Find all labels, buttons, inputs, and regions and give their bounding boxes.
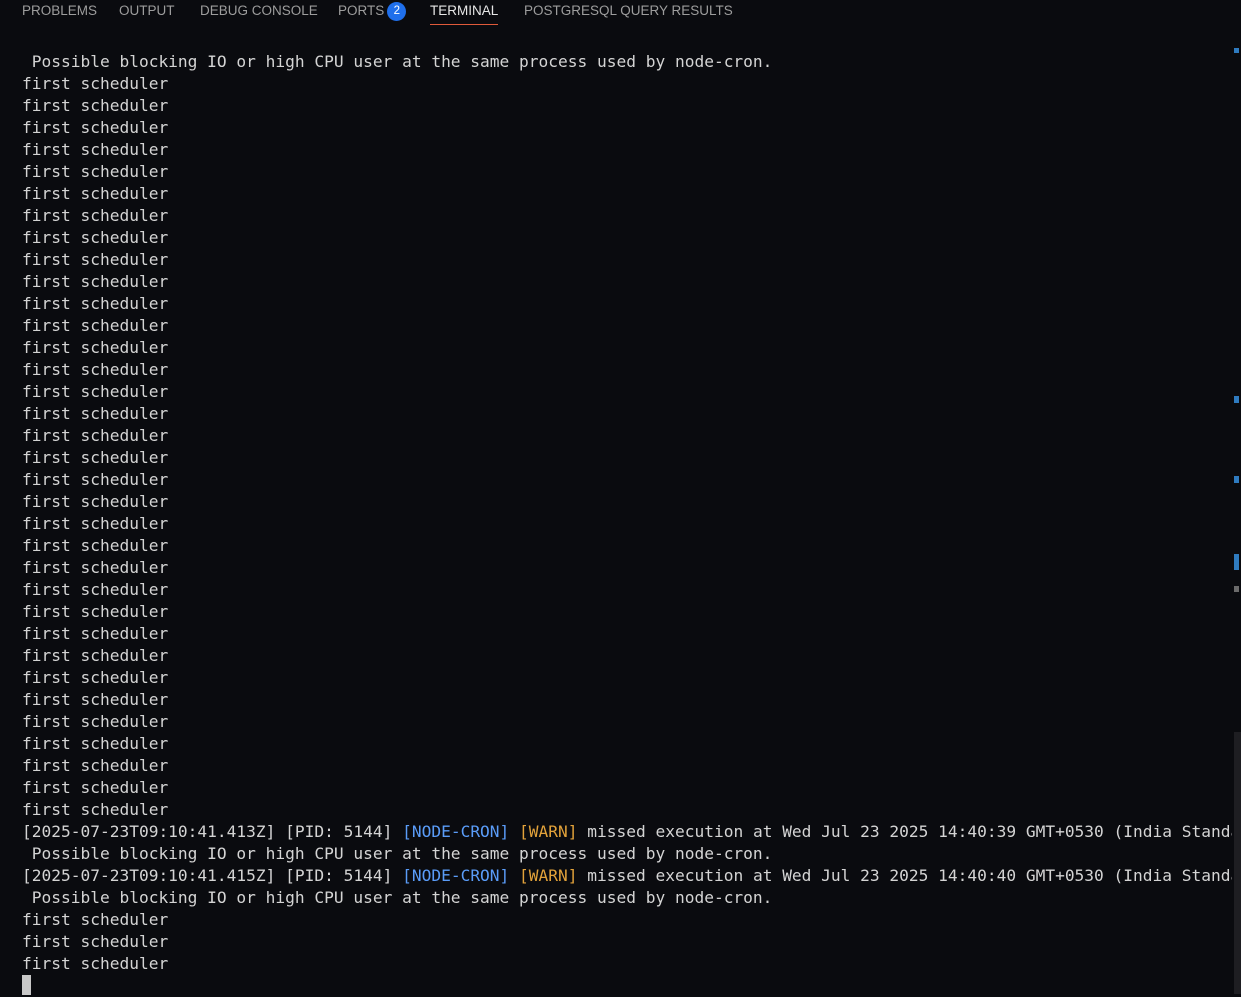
tab-postgresql-query-results[interactable]: POSTGRESQL QUERY RESULTS	[524, 0, 733, 26]
node-cron-tag: [NODE-CRON]	[402, 866, 510, 885]
warn-line-message: missed execution at Wed Jul 23 2025 14:4…	[587, 866, 1232, 885]
tab-ports-label: PORTS	[338, 3, 385, 18]
scheduler-log-line: first scheduler	[22, 910, 169, 929]
terminal-panel: PROBLEMS OUTPUT DEBUG CONSOLE PORTS 2 TER…	[0, 0, 1241, 997]
scheduler-log-line: first scheduler	[22, 338, 169, 357]
scheduler-log-line: first scheduler	[22, 228, 169, 247]
tab-output[interactable]: OUTPUT	[119, 0, 175, 26]
scheduler-log-line: first scheduler	[22, 734, 169, 753]
scheduler-log-line: first scheduler	[22, 800, 169, 819]
scheduler-log-line: first scheduler	[22, 580, 169, 599]
terminal-cursor	[22, 975, 31, 995]
warn-tag: [WARN]	[519, 866, 578, 885]
warn-line: [2025-07-23T09:10:41.415Z] [PID: 5144] […	[22, 865, 1232, 887]
terminal-line: Possible blocking IO or high CPU user at…	[22, 888, 773, 907]
scheduler-log-line: first scheduler	[22, 140, 169, 159]
ruler-mark	[1234, 476, 1239, 483]
tab-ports[interactable]: PORTS 2	[338, 0, 407, 26]
terminal-line: Possible blocking IO or high CPU user at…	[22, 844, 773, 863]
warn-line-prefix: [2025-07-23T09:10:41.415Z] [PID: 5144]	[22, 866, 403, 885]
scheduler-log-line: first scheduler	[22, 162, 169, 181]
scheduler-log-line: first scheduler	[22, 712, 169, 731]
scheduler-log-line: first scheduler	[22, 646, 169, 665]
scheduler-log-line: first scheduler	[22, 404, 169, 423]
scheduler-log-line: first scheduler	[22, 624, 169, 643]
scheduler-log-line: first scheduler	[22, 492, 169, 511]
scheduler-log-line: first scheduler	[22, 778, 169, 797]
scheduler-log-line: first scheduler	[22, 360, 169, 379]
scheduler-log-line: first scheduler	[22, 382, 169, 401]
scheduler-log-line: first scheduler	[22, 954, 169, 973]
terminal-line: Possible blocking IO or high CPU user at…	[22, 52, 773, 71]
scheduler-log-line: first scheduler	[22, 448, 169, 467]
ruler-mark	[1234, 396, 1239, 403]
scheduler-log-line: first scheduler	[22, 932, 169, 951]
scheduler-log-line: first scheduler	[22, 206, 169, 225]
scheduler-log-line: first scheduler	[22, 74, 169, 93]
scheduler-log-line: first scheduler	[22, 690, 169, 709]
warn-tag: [WARN]	[519, 822, 578, 841]
scheduler-log-line: first scheduler	[22, 602, 169, 621]
ruler-mark	[1234, 554, 1239, 570]
scheduler-log-line: first scheduler	[22, 536, 169, 555]
scheduler-log-line: first scheduler	[22, 316, 169, 335]
node-cron-tag: [NODE-CRON]	[402, 822, 510, 841]
scheduler-log-tail: first scheduler first scheduler first sche…	[22, 909, 1232, 975]
ports-count-badge: 2	[387, 2, 407, 21]
scheduler-log-line: first scheduler	[22, 272, 169, 291]
tab-problems[interactable]: PROBLEMS	[22, 0, 97, 26]
warn-line: [2025-07-23T09:10:41.413Z] [PID: 5144] […	[22, 821, 1232, 843]
panel-tab-bar: PROBLEMS OUTPUT DEBUG CONSOLE PORTS 2 TER…	[0, 0, 1241, 28]
scheduler-log-line: first scheduler	[22, 250, 169, 269]
ruler-mark	[1234, 586, 1239, 592]
scheduler-log-line: first scheduler	[22, 668, 169, 687]
scheduler-log-line: first scheduler	[22, 184, 169, 203]
scheduler-log-line: first scheduler	[22, 756, 169, 775]
scheduler-log-line: first scheduler	[22, 426, 169, 445]
ruler-mark	[1234, 48, 1239, 53]
scheduler-log-line: first scheduler	[22, 514, 169, 533]
terminal-scrollbar-thumb[interactable]	[1234, 732, 1241, 994]
tab-debug-console[interactable]: DEBUG CONSOLE	[200, 0, 318, 26]
scheduler-log-line: first scheduler	[22, 96, 169, 115]
scheduler-log-line: first scheduler	[22, 558, 169, 577]
scheduler-log-line: first scheduler	[22, 294, 169, 313]
scheduler-log-line: first scheduler	[22, 470, 169, 489]
terminal-prompt-line[interactable]	[22, 975, 1232, 997]
tab-terminal[interactable]: TERMINAL	[430, 0, 499, 25]
warn-line-prefix: [2025-07-23T09:10:41.413Z] [PID: 5144]	[22, 822, 403, 841]
terminal-output[interactable]: Possible blocking IO or high CPU user at…	[22, 51, 1232, 997]
scheduler-log-line: first scheduler	[22, 118, 169, 137]
warn-line-message: missed execution at Wed Jul 23 2025 14:4…	[587, 822, 1232, 841]
scheduler-log-block: first scheduler first scheduler first sche…	[22, 73, 1232, 821]
